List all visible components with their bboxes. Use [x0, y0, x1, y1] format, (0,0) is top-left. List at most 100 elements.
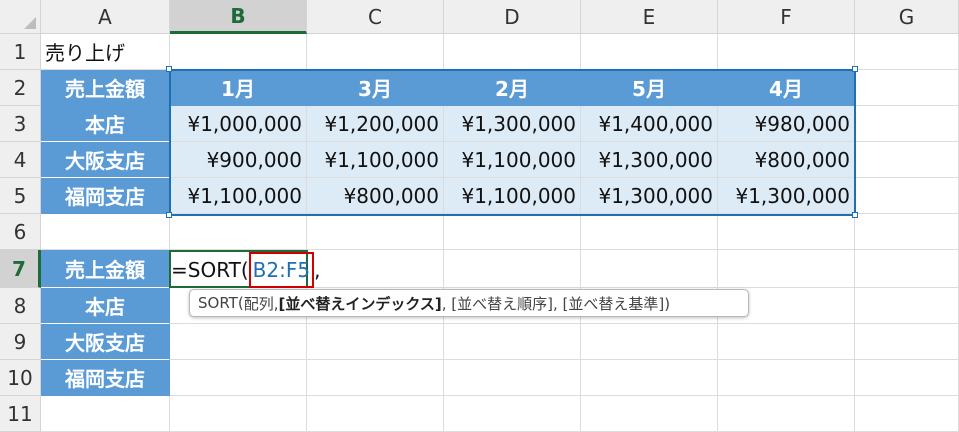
grid-cell[interactable]	[170, 214, 307, 250]
grid-cell[interactable]	[855, 288, 959, 324]
tooltip-arg-array[interactable]: 配列,	[244, 293, 279, 314]
grid-cell[interactable]	[444, 214, 581, 250]
grid-cell[interactable]	[444, 250, 581, 288]
tooltip-function-name[interactable]: SORT(	[198, 294, 244, 312]
grid-cell[interactable]	[307, 214, 444, 250]
grid-cell[interactable]	[444, 324, 581, 360]
cell-e3[interactable]: ¥1,400,000	[581, 106, 718, 142]
row-header-6[interactable]: 6	[0, 214, 41, 250]
cell-e2-month[interactable]: 5月	[581, 70, 718, 106]
cell-b5[interactable]: ¥1,100,000	[170, 178, 307, 214]
row-header-10[interactable]: 10	[0, 360, 41, 396]
grid-cell[interactable]	[444, 360, 581, 396]
cell-f2-month[interactable]: 4月	[718, 70, 855, 106]
grid-cell[interactable]	[855, 178, 959, 214]
grid-cell[interactable]	[718, 34, 855, 70]
grid-cell[interactable]	[581, 360, 718, 396]
cell-b3[interactable]: ¥1,000,000	[170, 106, 307, 142]
grid-cell[interactable]	[855, 250, 959, 288]
cell-a1[interactable]: 売り上げ	[41, 34, 170, 70]
cell-c4[interactable]: ¥1,100,000	[307, 142, 444, 178]
row-header-11[interactable]: 11	[0, 396, 41, 432]
grid-cell[interactable]	[855, 360, 959, 396]
cell-b7-formula-editor[interactable]: =SORT( B2:F5 ,	[171, 252, 320, 288]
grid-cell[interactable]	[855, 142, 959, 178]
range-handle-bottom-left[interactable]	[166, 212, 172, 218]
column-header-g[interactable]: G	[855, 0, 959, 34]
grid-cell[interactable]	[855, 70, 959, 106]
column-header-f[interactable]: F	[718, 0, 855, 34]
cell-d5[interactable]: ¥1,100,000	[444, 178, 581, 214]
grid-cell[interactable]	[718, 214, 855, 250]
grid-cell[interactable]	[581, 34, 718, 70]
grid-cell[interactable]	[170, 396, 307, 432]
cell-c3[interactable]: ¥1,200,000	[307, 106, 444, 142]
grid-cell[interactable]	[444, 34, 581, 70]
grid-cell[interactable]	[170, 324, 307, 360]
grid-cell[interactable]	[581, 324, 718, 360]
cell-a2-header[interactable]: 売上金額	[41, 70, 170, 106]
grid-cell[interactable]	[307, 396, 444, 432]
cell-a10-label[interactable]: 福岡支店	[41, 360, 170, 396]
grid-cell[interactable]	[581, 396, 718, 432]
column-header-d[interactable]: D	[444, 0, 581, 34]
column-header-e[interactable]: E	[581, 0, 718, 34]
formula-prefix: =SORT(	[171, 258, 249, 282]
grid-cell[interactable]	[41, 214, 170, 250]
grid-cell[interactable]	[855, 106, 959, 142]
grid-cell[interactable]	[170, 360, 307, 396]
tooltip-arg-sort-index[interactable]: [並べ替えインデックス]	[278, 293, 441, 314]
row-header-4[interactable]: 4	[0, 142, 41, 178]
select-all-corner[interactable]	[0, 0, 41, 34]
cell-a7-header[interactable]: 売上金額	[41, 250, 170, 288]
grid-cell[interactable]	[855, 214, 959, 250]
column-header-a[interactable]: A	[41, 0, 170, 34]
grid-cell[interactable]	[718, 250, 855, 288]
grid-cell[interactable]	[855, 34, 959, 70]
cell-c5[interactable]: ¥800,000	[307, 178, 444, 214]
grid-cell[interactable]	[718, 396, 855, 432]
cell-a5-label[interactable]: 福岡支店	[41, 178, 170, 214]
grid-cell[interactable]	[581, 250, 718, 288]
row-header-7[interactable]: 7	[0, 250, 41, 288]
tooltip-arg-rest[interactable]: , [並べ替え順序], [並べ替え基準])	[442, 293, 670, 314]
grid-cell[interactable]	[855, 324, 959, 360]
range-handle-bottom-right[interactable]	[852, 212, 858, 218]
cell-d3[interactable]: ¥1,300,000	[444, 106, 581, 142]
column-header-c[interactable]: C	[307, 0, 444, 34]
cell-f5[interactable]: ¥1,300,000	[718, 178, 855, 214]
grid-cell[interactable]	[170, 34, 307, 70]
cell-e5[interactable]: ¥1,300,000	[581, 178, 718, 214]
row-header-1[interactable]: 1	[0, 34, 41, 70]
grid-cell[interactable]	[307, 360, 444, 396]
range-handle-top-left[interactable]	[166, 66, 172, 72]
cell-a4-label[interactable]: 大阪支店	[41, 142, 170, 178]
cell-d2-month[interactable]: 2月	[444, 70, 581, 106]
cell-c2-month[interactable]: 3月	[307, 70, 444, 106]
cell-a3-label[interactable]: 本店	[41, 106, 170, 142]
row-header-9[interactable]: 9	[0, 324, 41, 360]
grid-cell[interactable]	[444, 396, 581, 432]
row-header-2[interactable]: 2	[0, 70, 41, 106]
cell-b2-month[interactable]: 1月	[170, 70, 307, 106]
grid-cell[interactable]	[718, 324, 855, 360]
cell-f3[interactable]: ¥980,000	[718, 106, 855, 142]
cell-d4[interactable]: ¥1,100,000	[444, 142, 581, 178]
grid-cell[interactable]	[307, 34, 444, 70]
row-header-8[interactable]: 8	[0, 288, 41, 324]
cell-b4[interactable]: ¥900,000	[170, 142, 307, 178]
grid-cell[interactable]	[718, 360, 855, 396]
grid-cell[interactable]	[581, 214, 718, 250]
column-header-b[interactable]: B	[170, 0, 307, 34]
grid-cell[interactable]	[307, 250, 444, 288]
grid-cell[interactable]	[307, 324, 444, 360]
grid-cell[interactable]	[855, 396, 959, 432]
row-header-3[interactable]: 3	[0, 106, 41, 142]
grid-cell[interactable]	[41, 396, 170, 432]
row-header-5[interactable]: 5	[0, 178, 41, 214]
cell-a8-label[interactable]: 本店	[41, 288, 170, 324]
cell-e4[interactable]: ¥1,300,000	[581, 142, 718, 178]
cell-f4[interactable]: ¥800,000	[718, 142, 855, 178]
cell-a9-label[interactable]: 大阪支店	[41, 324, 170, 360]
range-handle-top-right[interactable]	[852, 66, 858, 72]
